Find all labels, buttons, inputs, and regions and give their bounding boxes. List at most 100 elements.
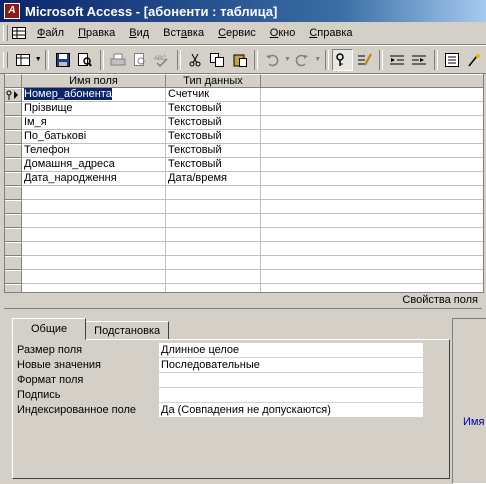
table-row[interactable] <box>5 270 483 284</box>
data-type-cell[interactable]: Текстовый <box>166 144 261 158</box>
data-type-cell[interactable] <box>166 186 261 200</box>
view-dropdown-icon[interactable]: ▼ <box>34 56 42 63</box>
description-cell[interactable] <box>261 144 483 158</box>
menu-item[interactable]: Правка <box>71 27 122 39</box>
description-cell[interactable] <box>261 88 483 102</box>
row-selector[interactable] <box>5 200 22 214</box>
insert-rows-icon[interactable] <box>386 49 407 71</box>
indexes-icon[interactable] <box>354 49 375 71</box>
cut-icon[interactable] <box>184 49 205 71</box>
undo-dropdown-icon[interactable]: ▼ <box>284 56 292 63</box>
row-selector[interactable] <box>5 88 22 102</box>
table-row[interactable] <box>5 214 483 228</box>
description-cell[interactable] <box>261 200 483 214</box>
data-type-cell[interactable]: Текстовый <box>166 158 261 172</box>
row-selector[interactable] <box>5 256 22 270</box>
field-name-cell[interactable]: Прізвище <box>22 102 166 116</box>
menu-item[interactable]: Окно <box>263 27 303 39</box>
description-cell[interactable] <box>261 186 483 200</box>
description-cell[interactable] <box>261 228 483 242</box>
description-cell[interactable] <box>261 256 483 270</box>
description-cell[interactable] <box>261 102 483 116</box>
row-selector[interactable] <box>5 186 22 200</box>
table-row[interactable]: По_батькові Текстовый <box>5 130 483 144</box>
tab-general[interactable]: Общие <box>12 318 87 340</box>
toolbar-grip[interactable] <box>3 51 8 68</box>
field-name-cell[interactable] <box>22 228 166 242</box>
table-row[interactable]: Номер_абонента Счетчик <box>5 88 483 102</box>
menu-item[interactable]: Вид <box>122 27 156 39</box>
properties-icon[interactable] <box>441 49 462 71</box>
table-row[interactable]: Дата_народження Дата/время <box>5 172 483 186</box>
table-row[interactable] <box>5 256 483 270</box>
row-selector[interactable] <box>5 130 22 144</box>
spelling-icon[interactable]: ABC <box>152 49 173 71</box>
table-row[interactable]: Прізвище Текстовый <box>5 102 483 116</box>
data-type-cell[interactable]: Дата/время <box>166 172 261 186</box>
property-value[interactable] <box>159 388 423 403</box>
description-cell[interactable] <box>261 242 483 256</box>
data-type-cell[interactable] <box>166 256 261 270</box>
primary-key-icon[interactable] <box>331 48 353 71</box>
data-type-cell[interactable]: Текстовый <box>166 102 261 116</box>
row-selector[interactable] <box>5 228 22 242</box>
table-row[interactable] <box>5 200 483 214</box>
field-name-cell[interactable] <box>22 270 166 284</box>
field-name-cell[interactable]: По_батькові <box>22 130 166 144</box>
field-name-cell[interactable]: Номер_абонента <box>22 88 166 102</box>
field-name-cell[interactable] <box>22 242 166 256</box>
property-value[interactable]: Да (Совпадения не допускаются) <box>159 403 423 418</box>
data-type-cell[interactable] <box>166 200 261 214</box>
menu-grip[interactable] <box>3 25 8 41</box>
table-window-icon[interactable] <box>12 26 26 40</box>
undo-icon[interactable] <box>261 49 282 71</box>
table-row[interactable]: Домашня_адреса Текстовый <box>5 158 483 172</box>
redo-icon[interactable] <box>291 49 312 71</box>
data-type-cell[interactable]: Текстовый <box>166 116 261 130</box>
column-header-field-name[interactable]: Имя поля <box>22 74 166 88</box>
data-type-cell[interactable] <box>166 228 261 242</box>
description-cell[interactable] <box>261 214 483 228</box>
data-type-cell[interactable] <box>166 214 261 228</box>
menu-item[interactable]: Вставка <box>156 27 211 39</box>
table-row[interactable] <box>5 284 483 292</box>
row-selector[interactable] <box>5 270 22 284</box>
row-selector[interactable] <box>5 102 22 116</box>
menu-item[interactable]: Справка <box>302 27 359 39</box>
build-icon[interactable] <box>464 49 485 71</box>
paste-icon[interactable] <box>229 49 250 71</box>
table-row[interactable]: Ім_я Текстовый <box>5 116 483 130</box>
table-row[interactable] <box>5 242 483 256</box>
print-icon[interactable] <box>107 49 128 71</box>
field-name-cell[interactable] <box>22 256 166 270</box>
row-selector[interactable] <box>5 242 22 256</box>
row-selector[interactable] <box>5 284 22 292</box>
menu-item[interactable]: Файл <box>30 27 71 39</box>
redo-dropdown-icon[interactable]: ▼ <box>314 56 322 63</box>
table-row[interactable]: Телефон Текстовый <box>5 144 483 158</box>
table-row[interactable] <box>5 186 483 200</box>
description-cell[interactable] <box>261 130 483 144</box>
data-type-cell[interactable]: Текстовый <box>166 130 261 144</box>
row-selector[interactable] <box>5 116 22 130</box>
print-preview-icon[interactable] <box>129 49 150 71</box>
delete-rows-icon[interactable] <box>409 49 430 71</box>
field-name-cell[interactable] <box>22 214 166 228</box>
property-value[interactable]: Длинное целое <box>159 343 423 358</box>
property-value[interactable] <box>159 373 423 388</box>
description-cell[interactable] <box>261 158 483 172</box>
description-cell[interactable] <box>261 270 483 284</box>
row-selector[interactable] <box>5 214 22 228</box>
row-selector[interactable] <box>5 158 22 172</box>
view-icon[interactable] <box>12 49 33 71</box>
description-cell[interactable] <box>261 172 483 186</box>
row-selector[interactable] <box>5 172 22 186</box>
data-type-cell[interactable] <box>166 242 261 256</box>
field-name-cell[interactable] <box>22 284 166 292</box>
description-cell[interactable] <box>261 116 483 130</box>
field-name-cell[interactable] <box>22 200 166 214</box>
row-selector[interactable] <box>5 144 22 158</box>
copy-icon[interactable] <box>206 49 227 71</box>
search-icon[interactable] <box>74 49 95 71</box>
data-type-cell[interactable]: Счетчик <box>166 88 261 102</box>
